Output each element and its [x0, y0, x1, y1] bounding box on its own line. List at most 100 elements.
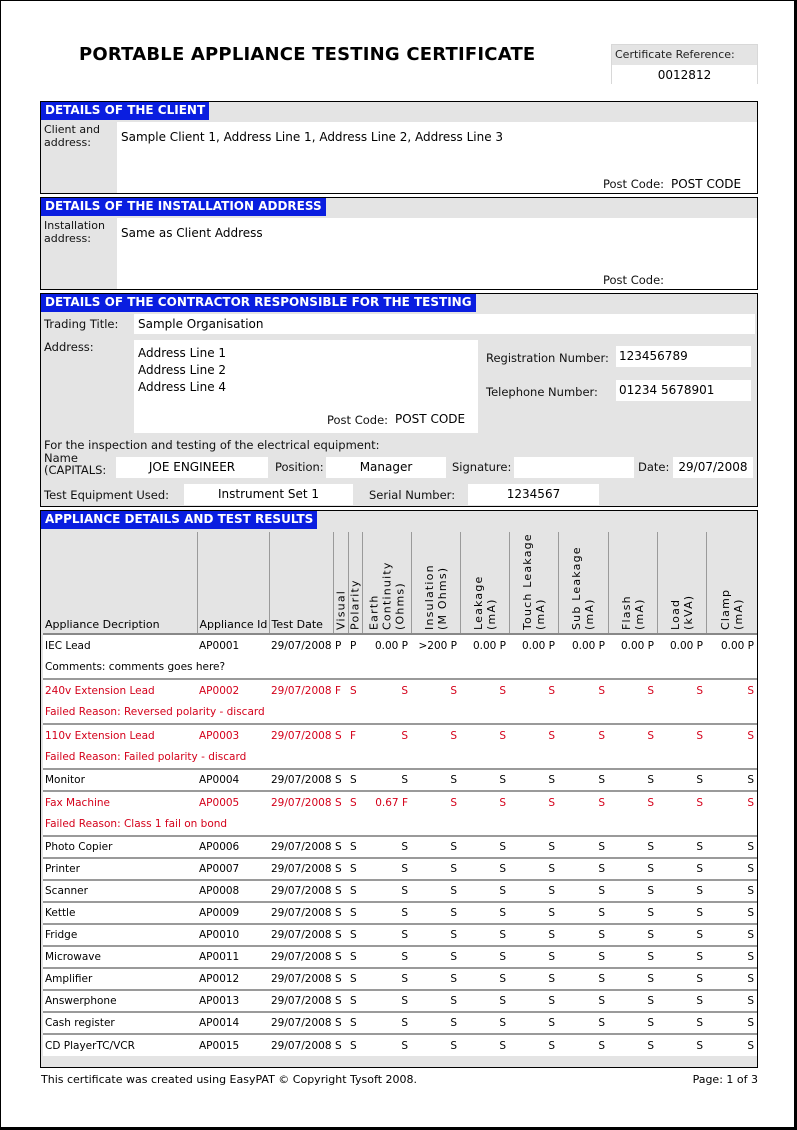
appliance-description: Printer: [43, 857, 197, 880]
load-result: S: [657, 857, 706, 880]
client-heading: DETAILS OF THE CLIENT: [41, 102, 757, 120]
col-header-load: Load (kVA): [657, 532, 707, 635]
sub-leakage-result: S: [558, 945, 608, 968]
insulation-result: S: [411, 1033, 460, 1056]
trading-title-label: Trading Title:: [44, 317, 119, 331]
client-postcode-label: Post Code:: [603, 177, 665, 191]
leakage-result: S: [460, 879, 509, 902]
certificate-reference-value: 0012812: [612, 65, 757, 85]
clamp-result: S: [706, 989, 757, 1012]
telephone-number-field: 01234 5678901: [616, 380, 751, 401]
contractor-address-lines: Address Line 1 Address Line 2 Address Li…: [138, 345, 226, 396]
load-result: S: [657, 790, 706, 813]
clamp-result: S: [706, 790, 757, 813]
trading-title-value: Sample Organisation: [138, 317, 264, 331]
failed-reason-row: Failed Reason: Failed polarity - discard: [43, 746, 757, 769]
table-row: Monitor AP0004 29/07/2008 S S S S S S S S S S: [43, 768, 757, 791]
engineer-name-value: JOE ENGINEER: [148, 460, 236, 474]
polarity-result: S: [348, 967, 362, 990]
earth-continuity-result: S: [362, 1011, 411, 1034]
serial-number-field: 1234567: [468, 484, 599, 505]
col-header-text: Earth Continuity (Ohms): [367, 561, 406, 630]
leakage-result: S: [460, 901, 509, 924]
test-equipment-label: Test Equipment Used:: [44, 488, 170, 502]
flash-result: S: [608, 945, 657, 968]
visual-result: F: [333, 678, 348, 701]
touch-leakage-result: S: [509, 723, 558, 746]
failed-reason-row: Failed Reason: Class 1 fail on bond: [43, 813, 757, 836]
insulation-result: S: [411, 879, 460, 902]
appliance-id: AP0013: [197, 989, 269, 1012]
table-row: Photo Copier AP0006 29/07/2008 S S S S S S S S S S: [43, 835, 757, 858]
load-result: S: [657, 768, 706, 791]
col-header-text: Test Date: [271, 618, 323, 631]
insulation-result: S: [411, 768, 460, 791]
polarity-result: S: [348, 857, 362, 880]
client-address-label: Client and address:: [44, 123, 101, 149]
sub-leakage-result: S: [558, 835, 608, 858]
appliance-id: AP0001: [199, 639, 240, 652]
appliance-id: AP0005: [197, 790, 269, 813]
col-header-description: Appliance Decription: [43, 532, 198, 635]
earth-continuity-result: S: [362, 901, 411, 924]
appliance-description: Answerphone: [43, 989, 197, 1012]
earth-continuity-result: 0.67 F: [362, 790, 411, 813]
telephone-number-value: 01234 5678901: [619, 383, 715, 397]
page-number: Page: 1 of 3: [692, 1073, 758, 1086]
results-header-row: Appliance Decription Appliance Id Test D…: [43, 532, 757, 635]
polarity-result: S: [348, 901, 362, 924]
earth-continuity-result: S: [362, 967, 411, 990]
contractor-address-field: Address Line 1 Address Line 2 Address Li…: [134, 340, 478, 433]
touch-leakage-result: S: [509, 989, 558, 1012]
load-result: S: [657, 835, 706, 858]
appliance-id: AP0003: [197, 723, 269, 746]
col-header-text: Clamp (mA): [718, 588, 745, 630]
sub-leakage-result: S: [558, 901, 608, 924]
col-header-text: Appliance Id: [199, 618, 268, 631]
sub-leakage-result: S: [558, 923, 608, 946]
touch-leakage-result: S: [509, 1011, 558, 1034]
leakage-result: S: [460, 1033, 509, 1056]
appliance-id: AP0002: [197, 678, 269, 701]
sub-leakage-result: S: [558, 879, 608, 902]
flash-result: S: [608, 835, 657, 858]
table-row: Kettle AP0009 29/07/2008 S S S S S S S S S S: [43, 901, 757, 924]
insulation-result: S: [411, 923, 460, 946]
flash-result: S: [608, 678, 657, 701]
col-header-polarity: Polarity: [348, 532, 363, 635]
appliance-id: AP0010: [197, 923, 269, 946]
table-row: Fax Machine AP0005 29/07/2008 S S 0.67 FSSSSS…: [43, 790, 757, 813]
certificate-reference: Certificate Reference: 0012812: [611, 44, 758, 85]
visual-result: S: [333, 1033, 348, 1056]
load-result: S: [657, 967, 706, 990]
table-row: 110v Extension Lead AP0003 29/07/2008 S F S S S…: [43, 723, 757, 746]
test-date: 29/07/2008: [269, 945, 333, 968]
col-header-insulation: Insulation (M Ohms): [411, 532, 461, 635]
touch-leakage-result: S: [509, 879, 558, 902]
polarity-result: S: [348, 835, 362, 858]
table-row: 240v Extension Lead AP0002 29/07/2008 F S S S S…: [43, 678, 757, 701]
polarity-result: S: [348, 945, 362, 968]
table-row: Fridge AP0010 29/07/2008 S S S S S S S S S S: [43, 923, 757, 946]
earth-continuity-result: S: [362, 678, 411, 701]
registration-number-label: Registration Number:: [486, 351, 609, 365]
insulation-result: S: [411, 1011, 460, 1034]
test-date: 29/07/2008: [269, 835, 333, 858]
flash-result: S: [608, 989, 657, 1012]
failed-reason-text: Failed Reason: Class 1 fail on bond: [45, 818, 228, 830]
clamp-result: S: [706, 1033, 757, 1056]
installation-postcode-label: Post Code:: [603, 273, 665, 287]
load-result: S: [657, 1011, 706, 1034]
test-date: 29/07/2008: [269, 923, 333, 946]
appliance-section: APPLIANCE DETAILS AND TEST RESULTS Appli…: [40, 510, 758, 1068]
earth-continuity-result: S: [362, 1033, 411, 1056]
load-result: S: [657, 989, 706, 1012]
touch-leakage-result: S: [509, 790, 558, 813]
clamp-result: S: [706, 857, 757, 880]
clamp-result: S: [706, 768, 757, 791]
insulation-result: S: [411, 967, 460, 990]
signature-field: [514, 457, 634, 478]
contractor-address-label: Address:: [44, 340, 94, 354]
contractor-section: DETAILS OF THE CONTRACTOR RESPONSIBLE FO…: [40, 293, 758, 507]
flash-result: S: [608, 967, 657, 990]
